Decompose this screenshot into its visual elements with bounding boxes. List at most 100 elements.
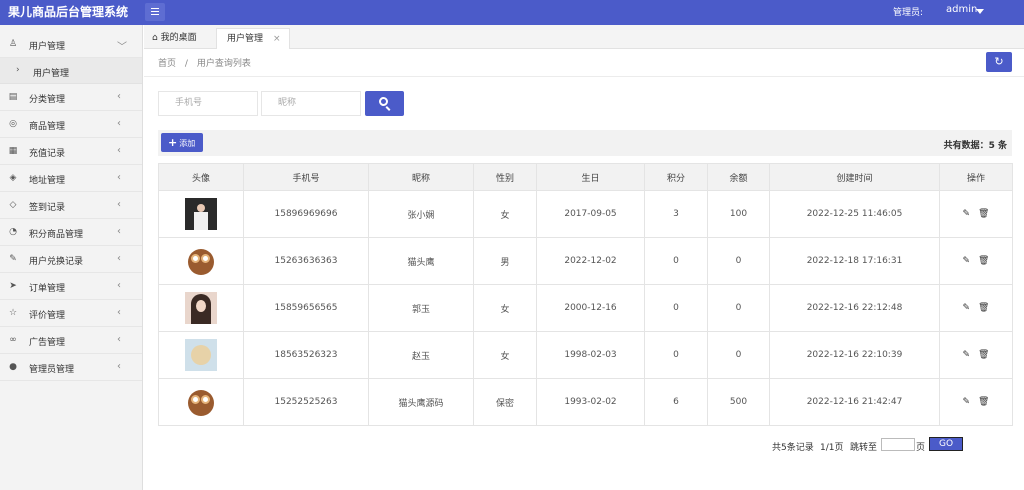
sidebar-item-4[interactable]: ◈ 地址管理 ‹ [0, 165, 142, 192]
avatar-cell [158, 237, 244, 285]
tab-active-label: 用户管理 [227, 34, 264, 44]
total-count: 共有数据：5 条 [944, 138, 1007, 151]
balance-cell: 0 [707, 237, 770, 285]
divider [144, 76, 1024, 77]
search-icon [379, 97, 388, 106]
actions-cell: ✎ 🗑 [939, 331, 1013, 379]
sidebar-item-11[interactable]: ● 管理员管理 ‹ [0, 354, 142, 381]
chevron-left-icon: ‹ [117, 145, 121, 156]
delete-icon[interactable]: 🗑 [978, 397, 989, 407]
nickname-cell: 猫头鹰 [368, 237, 474, 285]
sidebar-item-8[interactable]: ➤ 订单管理 ‹ [0, 273, 142, 300]
chevron-left-icon: ‹ [117, 334, 121, 345]
delete-icon[interactable]: 🗑 [978, 350, 989, 360]
sidebar-item-2[interactable]: ◎ 商品管理 ‹ [0, 111, 142, 138]
breadcrumb: 首页 / 用户查询列表 [158, 56, 257, 69]
phone-cell: 15896969696 [243, 190, 369, 238]
column-header: 性别 [473, 163, 537, 191]
page-jump-input[interactable] [881, 438, 915, 451]
actions-cell: ✎ 🗑 [939, 284, 1013, 332]
sidebar-item-label: 用户管理 [29, 42, 66, 52]
caret-down-icon[interactable] [976, 9, 984, 14]
sidebar-item-label: 广告管理 [29, 338, 66, 348]
sidebar-item-5[interactable]: ◇ 签到记录 ‹ [0, 192, 142, 219]
phone-cell: 15859656565 [243, 284, 369, 332]
birthday-cell: 1998-02-03 [536, 331, 645, 379]
avatar [185, 245, 217, 277]
sidebar-item-6[interactable]: ◔ 积分商品管理 ‹ [0, 219, 142, 246]
category-icon: ▤ [8, 92, 18, 102]
nickname-cell: 郭玉 [368, 284, 474, 332]
sidebar: ♙ 用户管理 ﹀ › 用户管理 ▤ 分类管理 ‹ ◎ 商品管理 ‹ ▦ 充值记录 ‹ ◈ 地址管理 ‹ ◇ 签到记录… [0, 25, 143, 490]
tab-home[interactable]: ⌂ 我的桌面 [152, 28, 214, 49]
nickname-search-input[interactable]: 昵称 [261, 91, 361, 116]
add-button[interactable]: + 添加 [161, 133, 203, 152]
tab-user-management[interactable]: 用户管理 × [216, 28, 290, 49]
sidebar-item-3[interactable]: ▦ 充值记录 ‹ [0, 138, 142, 165]
search-button[interactable] [365, 91, 404, 116]
breadcrumb-home[interactable]: 首页 [158, 59, 176, 69]
sidebar-item-label: 管理员管理 [29, 365, 75, 375]
delete-icon[interactable]: 🗑 [978, 303, 989, 313]
actions-cell: ✎ 🗑 [939, 378, 1013, 426]
add-button-label: 添加 [179, 139, 196, 148]
delete-icon[interactable]: 🗑 [978, 209, 989, 219]
go-button[interactable]: GO [929, 437, 963, 451]
column-header: 积分 [644, 163, 708, 191]
edit-icon: ✎ [9, 254, 17, 264]
column-header: 余额 [707, 163, 770, 191]
table-row: 15859656565 郭玉女 2000-12-16 0 0 2022-12-16 22:… [158, 284, 1013, 332]
delete-icon[interactable]: 🗑 [978, 256, 989, 266]
admin-name-dropdown[interactable]: admin [946, 4, 977, 15]
birthday-cell: 2000-12-16 [536, 284, 645, 332]
sidebar-subitem-label: 用户管理 [33, 69, 70, 79]
close-icon[interactable]: × [273, 29, 281, 49]
chevron-down-icon: ﹀ [117, 42, 127, 53]
gender-cell: 女 [473, 190, 537, 238]
chevron-left-icon: ‹ [117, 361, 121, 372]
layers-icon: ◈ [9, 173, 17, 183]
chevron-left-icon: ‹ [117, 172, 121, 183]
breadcrumb-separator: / [184, 59, 188, 69]
created-cell: 2022-12-18 17:16:31 [769, 237, 940, 285]
avatar-cell [158, 190, 244, 238]
refresh-button[interactable]: ↻ [986, 52, 1012, 72]
refresh-icon: ↻ [994, 55, 1004, 68]
sidebar-item-9[interactable]: ☆ 评价管理 ‹ [0, 300, 142, 327]
sidebar-item-label: 用户兑换记录 [29, 257, 84, 267]
total-value: 5 [988, 141, 995, 151]
avatar-cell [158, 331, 244, 379]
plus-icon: + [168, 136, 178, 149]
sidebar-item-label: 分类管理 [29, 95, 66, 105]
points-cell: 3 [644, 190, 708, 238]
sidebar-subitem-user-management[interactable]: › 用户管理 [0, 58, 142, 84]
sidebar-item-7[interactable]: ✎ 用户兑换记录 ‹ [0, 246, 142, 273]
sidebar-item-label: 地址管理 [29, 176, 66, 186]
edit-icon[interactable]: ✎ [963, 303, 971, 313]
edit-icon[interactable]: ✎ [963, 350, 971, 360]
pager-jump-label: 跳转至 [850, 443, 878, 453]
edit-icon[interactable]: ✎ [963, 256, 971, 266]
send-icon: ➤ [9, 281, 17, 291]
pager-pages: 1/1页 [820, 443, 844, 453]
edit-icon[interactable]: ✎ [963, 209, 971, 219]
phone-search-input[interactable]: 手机号 [158, 91, 258, 116]
sidebar-item-label: 签到记录 [29, 203, 66, 213]
sidebar-item-label: 评价管理 [29, 311, 66, 321]
created-cell: 2022-12-25 11:46:05 [769, 190, 940, 238]
created-cell: 2022-12-16 21:42:47 [769, 378, 940, 426]
search-icon-handle [385, 106, 391, 111]
sidebar-item-0[interactable]: ♙ 用户管理 ﹀ [0, 31, 142, 58]
table-toolbar: + 添加 共有数据：5 条 [158, 130, 1012, 156]
edit-icon[interactable]: ✎ [963, 397, 971, 407]
chevron-left-icon: ‹ [117, 253, 121, 264]
avatar [185, 292, 217, 324]
sidebar-item-10[interactable]: ∞ 广告管理 ‹ [0, 327, 142, 354]
column-header: 头像 [158, 163, 244, 191]
chevron-left-icon: ‹ [117, 91, 121, 102]
top-bar: 果儿商品后台管理系统 管理员: admin [0, 0, 1024, 25]
menu-toggle-icon[interactable] [145, 3, 165, 21]
user-table: 头像 手机号 昵称 性别 生日 积分 余额 创建时间 操作 15896969696 张小娴女 201… [158, 163, 1013, 426]
sidebar-item-1[interactable]: ▤ 分类管理 ‹ [0, 84, 142, 111]
pager-records: 共5条记录 [772, 443, 814, 453]
